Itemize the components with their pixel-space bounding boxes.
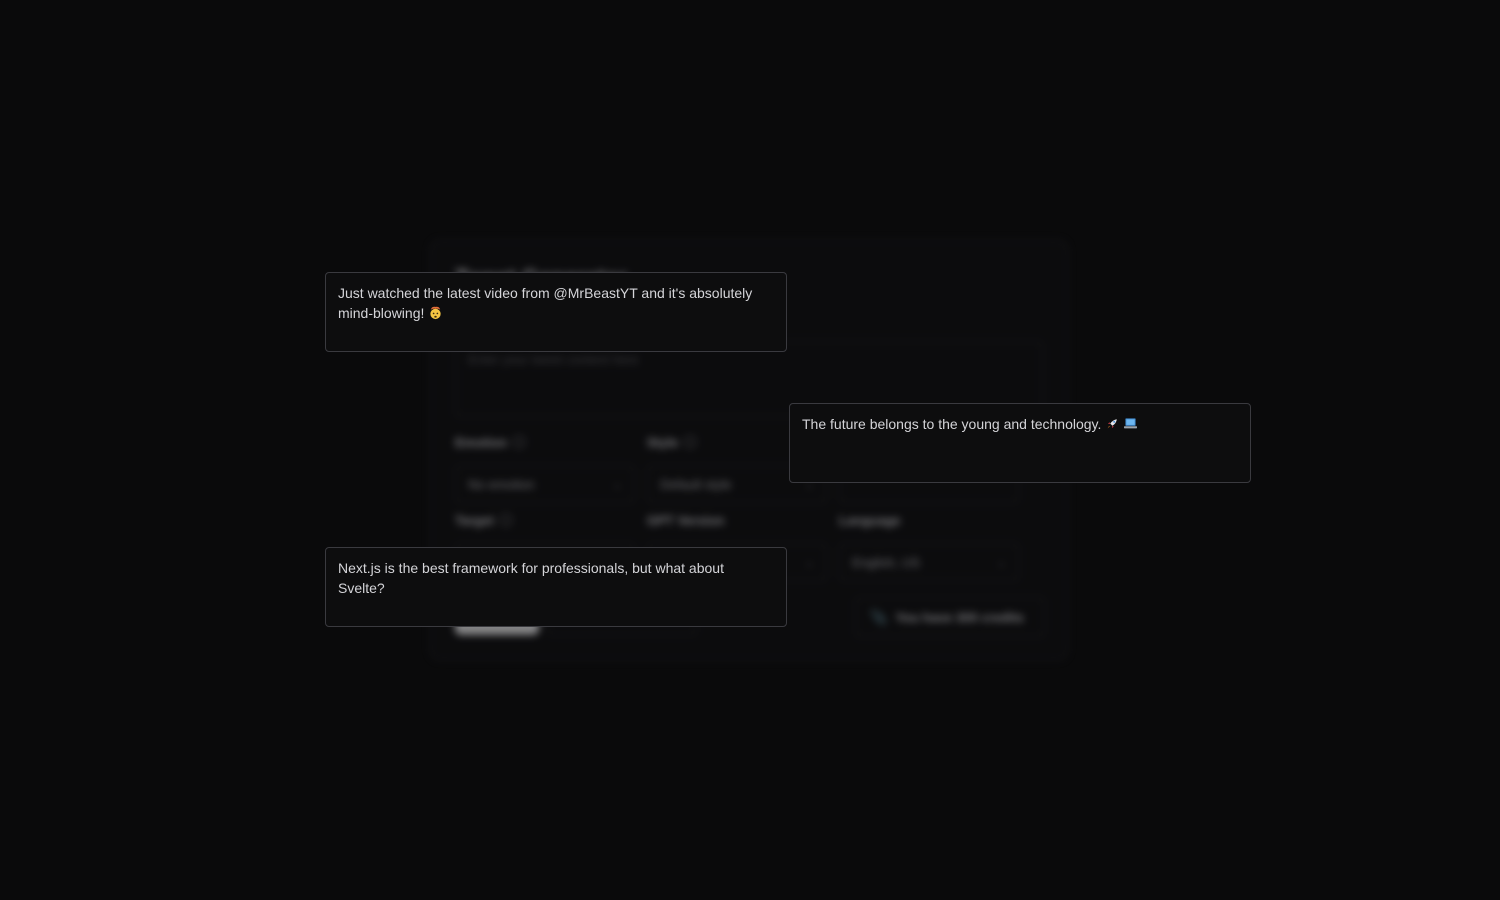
exploding-head-icon bbox=[430, 306, 441, 320]
credits-text: You have 300 credits bbox=[895, 609, 1024, 625]
style-value: Default style bbox=[660, 476, 732, 492]
tweet-card[interactable]: Next.js is the best framework for profes… bbox=[325, 547, 787, 627]
emotion-field: Emotion No emotion ⌄ bbox=[455, 433, 635, 503]
paperclip-icon: 📎 bbox=[870, 608, 888, 625]
emotion-label: Emotion bbox=[455, 434, 507, 450]
chevron-down-icon: ⌄ bbox=[804, 556, 814, 569]
tweet-card[interactable]: Just watched the latest video from @MrBe… bbox=[325, 272, 787, 352]
blurred-background: Tweet Generator Generate engaging tweets… bbox=[0, 0, 1500, 900]
rocket-icon bbox=[1107, 419, 1118, 429]
chevron-down-icon: ⌄ bbox=[996, 556, 1006, 569]
emotion-select[interactable]: No emotion ⌄ bbox=[455, 465, 635, 503]
page: Tweet Generator Generate engaging tweets… bbox=[0, 0, 1500, 900]
info-icon bbox=[513, 436, 525, 448]
gpt-version-label: GPT Version bbox=[647, 512, 725, 528]
tweet-text: Just watched the latest video from @MrBe… bbox=[338, 285, 753, 321]
chevron-down-icon: ⌄ bbox=[612, 478, 622, 491]
tweet-text: Next.js is the best framework for profes… bbox=[338, 560, 724, 596]
laptop-icon bbox=[1124, 418, 1138, 429]
language-field: Language English, US ⌄ bbox=[839, 511, 1019, 581]
info-icon bbox=[684, 436, 697, 448]
language-label: Language bbox=[839, 512, 901, 528]
language-select[interactable]: English, US ⌄ bbox=[839, 543, 1019, 581]
credits-badge: 📎 You have 300 credits bbox=[855, 597, 1045, 637]
tweet-card[interactable]: The future belongs to the young and tech… bbox=[789, 403, 1251, 483]
tweet-text: The future belongs to the young and tech… bbox=[802, 416, 1102, 432]
emotion-value: No emotion bbox=[468, 476, 535, 492]
target-label: Target bbox=[455, 512, 494, 528]
language-value: English, US bbox=[852, 554, 920, 570]
style-label: Style bbox=[647, 434, 679, 450]
info-icon bbox=[499, 514, 512, 526]
